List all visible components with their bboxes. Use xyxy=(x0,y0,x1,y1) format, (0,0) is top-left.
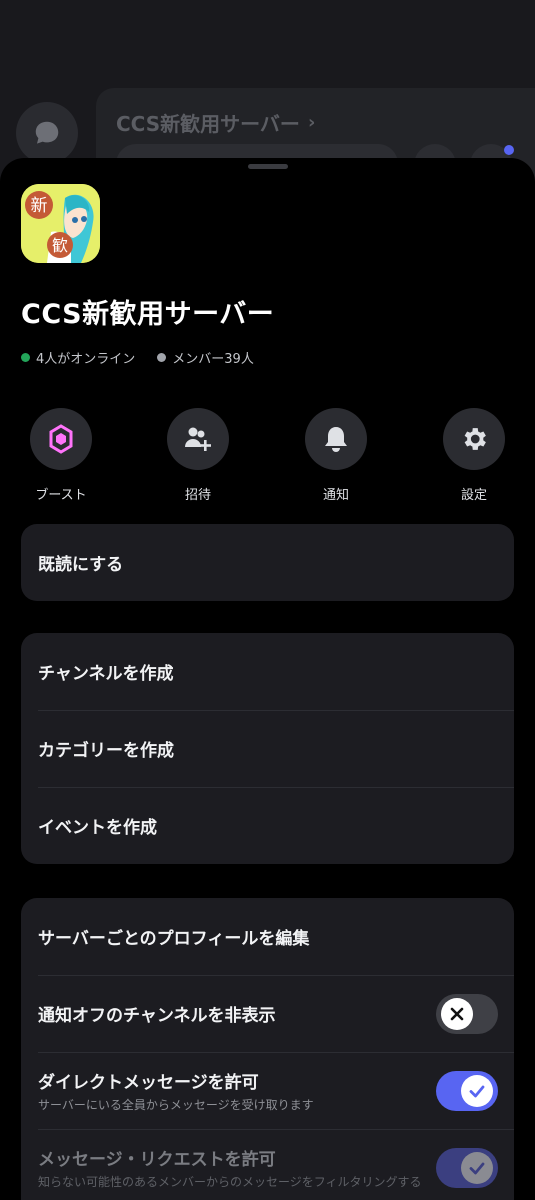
server-stats: 4人がオンライン メンバー39人 xyxy=(21,348,254,367)
allow-dm-toggle[interactable] xyxy=(436,1071,498,1111)
server-actions: ブースト 招待 通知 設定 xyxy=(0,408,535,508)
create-event-label: イベントを作成 xyxy=(38,818,157,838)
online-status-dot xyxy=(21,353,30,362)
notifications-label: 通知 xyxy=(322,488,349,503)
server-icon-char-1: 新 xyxy=(31,196,48,216)
server-icon[interactable]: 新 歓 xyxy=(21,184,100,263)
invite-action[interactable]: 招待 xyxy=(158,408,238,503)
notification-dot xyxy=(504,145,514,155)
edit-server-profile-label: サーバーごとのプロフィールを編集 xyxy=(38,929,310,949)
settings-label: 設定 xyxy=(460,488,487,503)
toggle-knob xyxy=(461,1152,493,1184)
settings-group: サーバーごとのプロフィールを編集 通知オフのチャンネルを非表示 ダイレクトメッセ… xyxy=(21,898,514,1200)
boost-button[interactable] xyxy=(30,408,92,470)
bell-icon xyxy=(325,427,347,452)
online-count: 4人がオンライン xyxy=(21,348,135,367)
create-category-item[interactable]: カテゴリーを作成 xyxy=(21,710,514,787)
invite-label: 招待 xyxy=(184,488,211,503)
settings-button[interactable] xyxy=(443,408,505,470)
create-event-item[interactable]: イベントを作成 xyxy=(21,787,514,864)
server-menu-sheet: 新 歓 CCS新歓用サーバー 4人がオンライン メンバー39人 ブースト 招待 xyxy=(0,158,535,1200)
allow-message-requests-item[interactable]: メッセージ・リクエストを許可 知らない可能性のあるメンバーからのメッセージをフィ… xyxy=(21,1129,514,1200)
close-icon xyxy=(450,1007,464,1021)
create-channel-label: チャンネルを作成 xyxy=(38,664,174,684)
create-group: チャンネルを作成 カテゴリーを作成 イベントを作成 xyxy=(21,633,514,864)
mark-as-read-label: 既読にする xyxy=(38,555,124,575)
create-channel-item[interactable]: チャンネルを作成 xyxy=(21,633,514,710)
boost-label: ブースト xyxy=(35,488,87,503)
server-name: CCS新歓用サーバー xyxy=(21,299,275,330)
notifications-button[interactable] xyxy=(305,408,367,470)
chat-bubble-icon xyxy=(35,121,59,144)
toggle-knob xyxy=(461,1075,493,1107)
allow-dm-item[interactable]: ダイレクトメッセージを許可 サーバーにいる全員からメッセージを受け取ります xyxy=(21,1052,514,1129)
read-group: 既読にする xyxy=(21,524,514,601)
invite-button[interactable] xyxy=(167,408,229,470)
chevron-right-icon: › xyxy=(307,112,316,133)
server-icon-char-2: 歓 xyxy=(52,236,68,255)
notifications-action[interactable]: 通知 xyxy=(296,408,376,503)
toggle-knob xyxy=(441,998,473,1030)
check-icon xyxy=(469,1085,485,1098)
member-status-dot xyxy=(157,353,167,362)
hide-muted-channels-item[interactable]: 通知オフのチャンネルを非表示 xyxy=(21,975,514,1052)
settings-action[interactable]: 設定 xyxy=(434,408,514,503)
member-count-text: メンバー39人 xyxy=(172,352,254,367)
drag-handle[interactable] xyxy=(248,164,288,169)
check-icon xyxy=(469,1162,485,1175)
online-count-text: 4人がオンライン xyxy=(36,352,136,367)
allow-message-requests-toggle[interactable] xyxy=(436,1148,498,1188)
boost-action[interactable]: ブースト xyxy=(21,408,101,503)
direct-messages-button[interactable] xyxy=(16,102,78,164)
background-server-title[interactable]: CCS新歓用サーバー › xyxy=(116,108,315,137)
invite-icon xyxy=(185,427,211,451)
member-count: メンバー39人 xyxy=(157,348,254,367)
gear-icon xyxy=(464,428,486,450)
mark-as-read-item[interactable]: 既読にする xyxy=(21,524,514,601)
hide-muted-channels-toggle[interactable] xyxy=(436,994,498,1034)
boost-icon xyxy=(49,424,73,454)
edit-server-profile-item[interactable]: サーバーごとのプロフィールを編集 xyxy=(21,898,514,975)
create-category-label: カテゴリーを作成 xyxy=(38,741,174,761)
